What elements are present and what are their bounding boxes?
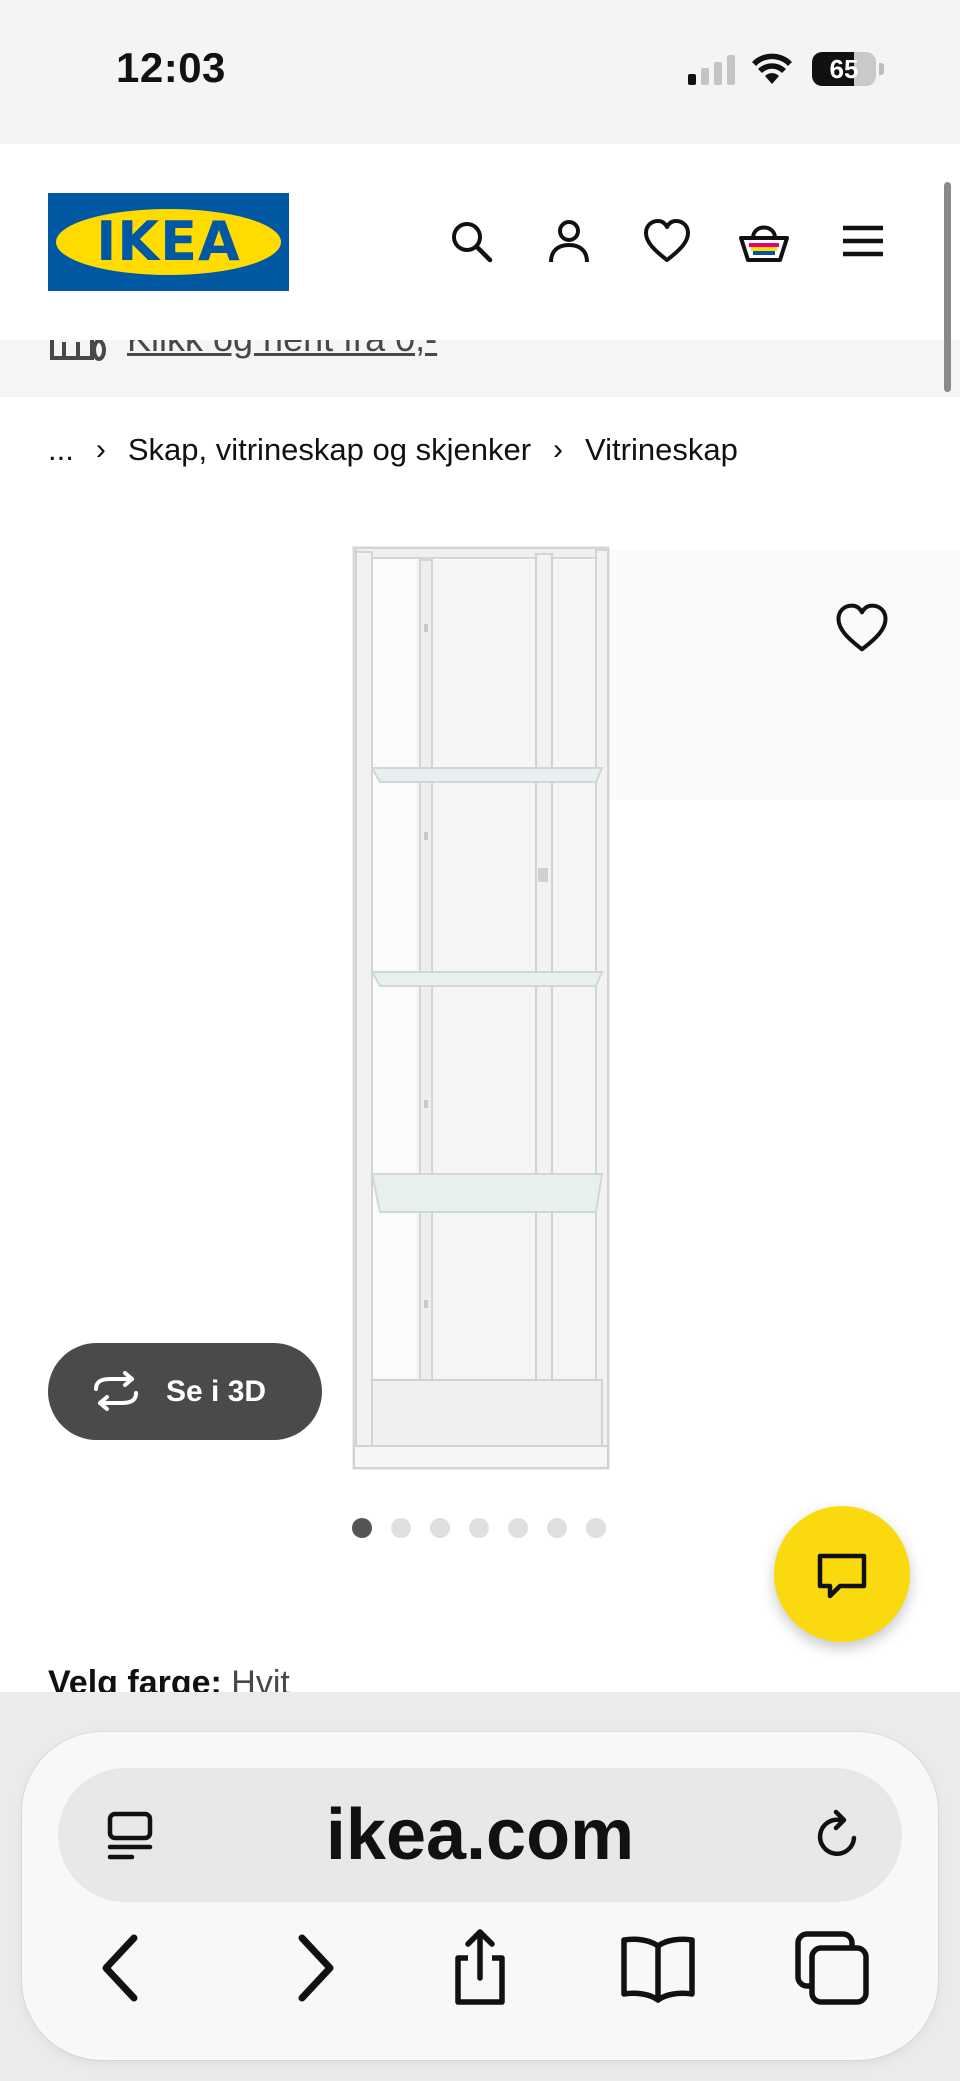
carousel-dot[interactable] xyxy=(547,1518,567,1538)
chevron-right-icon: › xyxy=(553,433,564,466)
chevron-right-icon: › xyxy=(95,433,106,466)
profile-icon[interactable] xyxy=(544,216,594,266)
carousel-dot[interactable] xyxy=(352,1518,372,1538)
carousel-dot[interactable] xyxy=(508,1518,528,1538)
image-pagination[interactable] xyxy=(352,1518,606,1538)
logo-text: IKEA xyxy=(96,210,241,273)
rotate-3d-icon xyxy=(94,1371,138,1411)
view-in-3d-button[interactable]: Se i 3D xyxy=(48,1343,322,1440)
carousel-dot[interactable] xyxy=(586,1518,606,1538)
breadcrumb-item-display-cabinets[interactable]: Vitrineskap xyxy=(585,432,738,468)
click-collect-link[interactable]: Klikk og hent fra 0,- xyxy=(127,340,437,360)
chat-bubble-icon xyxy=(817,1553,867,1599)
view-in-3d-label: Se i 3D xyxy=(166,1375,267,1408)
battery-level: 65 xyxy=(829,54,859,84)
carousel-dot[interactable] xyxy=(469,1518,489,1538)
shopping-bag-icon[interactable] xyxy=(739,216,789,266)
search-icon[interactable] xyxy=(446,216,496,266)
bookmarks-icon[interactable] xyxy=(616,1928,700,2008)
page-menu-icon[interactable] xyxy=(102,1808,158,1864)
carousel-dot[interactable] xyxy=(391,1518,411,1538)
breadcrumb-item-cabinets[interactable]: Skap, vitrineskap og skjenker xyxy=(128,432,531,468)
menu-icon[interactable] xyxy=(838,216,888,266)
reload-icon[interactable] xyxy=(810,1808,866,1864)
share-icon[interactable] xyxy=(438,1928,522,2008)
site-header: IKEA xyxy=(0,144,960,340)
page-scrollbar[interactable] xyxy=(944,182,951,392)
address-bar[interactable]: ikea.com xyxy=(58,1768,902,1902)
save-favourite-button[interactable] xyxy=(834,600,890,656)
tabs-icon[interactable] xyxy=(790,1928,874,2008)
back-icon[interactable] xyxy=(82,1928,166,2008)
ikea-logo[interactable]: IKEA xyxy=(48,193,289,291)
battery-indicator: 65 xyxy=(812,52,884,86)
carousel-dot[interactable] xyxy=(430,1518,450,1538)
store-shelf-icon xyxy=(50,340,106,361)
forward-icon[interactable] xyxy=(270,1928,354,2008)
chat-button[interactable] xyxy=(774,1506,910,1642)
cellular-signal-icon xyxy=(688,55,735,85)
wifi-icon xyxy=(752,53,792,84)
heart-icon[interactable] xyxy=(642,216,692,266)
breadcrumb-ellipsis[interactable]: ... xyxy=(48,432,74,468)
status-time: 12:03 xyxy=(116,44,226,91)
status-bar: 12:03 65 xyxy=(0,0,960,144)
click-collect-banner[interactable]: Klikk og hent fra 0,- xyxy=(0,340,960,397)
browser-toolbar: ikea.com xyxy=(0,1692,960,2081)
url-text[interactable]: ikea.com xyxy=(178,1768,782,1902)
breadcrumb: ... › Skap, vitrineskap og skjenker › Vi… xyxy=(48,428,738,472)
heart-icon xyxy=(836,603,888,652)
product-image-glass-cabinet xyxy=(351,546,610,1470)
